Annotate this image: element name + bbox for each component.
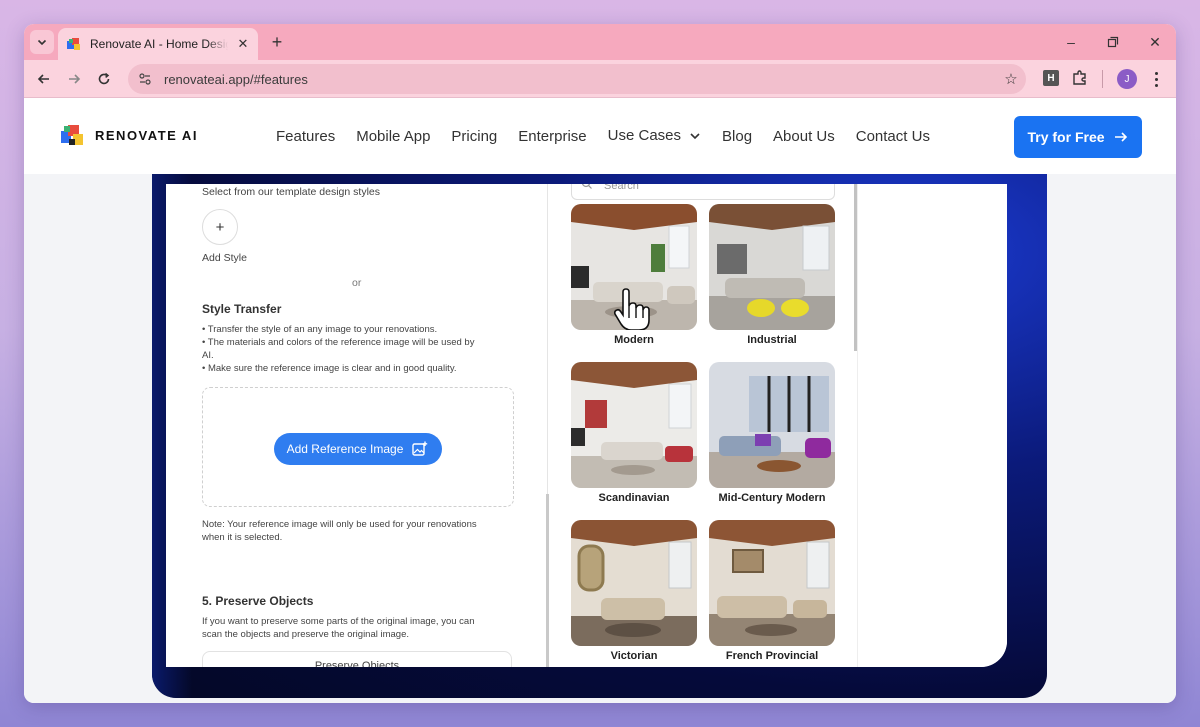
bullet-2-cont: AI.: [202, 350, 214, 361]
hand-cursor-icon: [613, 288, 650, 330]
browser-window: Renovate AI - Home Design ide ✕ + – ✕ re…: [24, 24, 1176, 703]
kebab-menu-icon[interactable]: [1148, 68, 1164, 90]
style-card-victorian[interactable]: Victorian: [571, 520, 697, 662]
left-scrollbar[interactable]: [546, 494, 549, 667]
cta-label: Try for Free: [1027, 129, 1105, 145]
browser-toolbar: renovateai.app/#features ☆ H J: [24, 60, 1176, 98]
page-viewport: RENOVATE AI Features Mobile App Pricing …: [24, 99, 1176, 703]
toolbar-separator: [1102, 70, 1103, 88]
style-thumb-victorian: [571, 520, 697, 646]
favicon-icon: [67, 38, 80, 50]
nav-use-cases-label: Use Cases: [607, 127, 682, 144]
try-for-free-button[interactable]: Try for Free: [1014, 116, 1142, 158]
tab-strip: Renovate AI - Home Design ide ✕ + – ✕: [24, 24, 1176, 60]
forward-icon[interactable]: [62, 67, 86, 91]
style-label-industrial: Industrial: [747, 334, 797, 346]
restore-button[interactable]: [1092, 24, 1134, 60]
site-header: RENOVATE AI Features Mobile App Pricing …: [24, 99, 1176, 174]
style-card-french-provincial[interactable]: French Provincial: [709, 520, 835, 662]
style-card-modern[interactable]: Modern: [571, 204, 697, 346]
back-icon[interactable]: [32, 67, 56, 91]
style-label-victorian: Victorian: [610, 650, 658, 662]
style-card-scandinavian[interactable]: Scandinavian: [571, 362, 697, 504]
style-thumb-french-provincial: [709, 520, 835, 646]
site-logo[interactable]: RENOVATE AI: [59, 121, 198, 149]
add-style-button[interactable]: +: [202, 209, 238, 245]
nav-pricing[interactable]: Pricing: [451, 128, 497, 145]
close-window-button[interactable]: ✕: [1134, 24, 1176, 60]
style-search-input[interactable]: Search: [571, 184, 835, 200]
style-thumb-scandinavian: [571, 362, 697, 488]
note-line-2: when it is selected.: [202, 532, 283, 543]
logo-icon: [61, 125, 83, 145]
main-nav: Features Mobile App Pricing Enterprise U…: [276, 127, 930, 145]
arrow-right-icon: [1114, 132, 1127, 142]
preserve-objects-button[interactable]: Preserve Objects: [202, 651, 512, 667]
style-label-mid-century-modern: Mid-Century Modern: [718, 492, 826, 504]
style-thumb-industrial: [709, 204, 835, 330]
feature-demo-video[interactable]: Select from our template design styles +…: [152, 174, 1047, 698]
tab-close-icon[interactable]: ✕: [236, 36, 250, 52]
gallery-divider: [857, 184, 858, 667]
nav-about-us[interactable]: About Us: [773, 128, 835, 145]
nav-blog[interactable]: Blog: [722, 128, 752, 145]
reference-dropzone[interactable]: Add Reference Image: [202, 387, 514, 507]
extension-h-icon[interactable]: H: [1043, 70, 1059, 86]
nav-contact-us[interactable]: Contact Us: [856, 128, 930, 145]
style-label-scandinavian: Scandinavian: [598, 492, 670, 504]
nav-mobile-app[interactable]: Mobile App: [356, 128, 430, 145]
reload-icon[interactable]: [92, 67, 116, 91]
image-add-icon: [412, 441, 428, 456]
bullet-2: • The materials and colors of the refere…: [202, 337, 475, 348]
bookmark-star-icon[interactable]: ☆: [996, 70, 1026, 88]
preserve-line-2: scan the objects and preserve the origin…: [202, 629, 410, 640]
add-reference-image-button[interactable]: Add Reference Image: [274, 433, 442, 465]
bullet-1: • Transfer the style of an any image to …: [202, 324, 438, 335]
app-screenshot: Select from our template design styles +…: [166, 184, 1007, 667]
tab-title: Renovate AI - Home Design ide: [90, 37, 228, 51]
chevron-down-icon: [690, 133, 700, 139]
nav-enterprise[interactable]: Enterprise: [518, 128, 586, 145]
search-icon: [582, 184, 592, 189]
style-gallery: Search Modern Industrial Scandinavian Mi…: [551, 184, 1007, 667]
style-label-french-provincial: French Provincial: [725, 650, 819, 662]
tab-search-icon[interactable]: [30, 30, 54, 54]
nav-use-cases[interactable]: Use Cases: [608, 127, 701, 145]
style-card-industrial[interactable]: Industrial: [709, 204, 835, 346]
logo-text: RENOVATE AI: [95, 127, 198, 143]
minimize-button[interactable]: –: [1050, 24, 1092, 60]
add-style-label: Add Style: [202, 252, 247, 264]
site-info-icon[interactable]: [134, 68, 156, 90]
note-line-1: Note: Your reference image will only be …: [202, 519, 477, 530]
or-divider: or: [352, 277, 362, 289]
ref-button-label: Add Reference Image: [286, 442, 404, 456]
address-bar[interactable]: renovateai.app/#features ☆: [128, 64, 1026, 94]
nav-features[interactable]: Features: [276, 128, 335, 145]
url-text: renovateai.app/#features: [164, 71, 308, 87]
options-panel: Select from our template design styles +…: [166, 184, 548, 667]
style-thumb-modern: [571, 204, 697, 330]
style-label-modern: Modern: [614, 334, 654, 346]
active-tab[interactable]: Renovate AI - Home Design ide ✕: [58, 28, 258, 60]
extensions-icon[interactable]: [1070, 68, 1090, 88]
preserve-line-1: If you want to preserve some parts of th…: [202, 616, 475, 627]
style-thumb-mid-century-modern: [709, 362, 835, 488]
style-card-mid-century-modern[interactable]: Mid-Century Modern: [709, 362, 835, 504]
profile-avatar[interactable]: J: [1117, 69, 1137, 89]
new-tab-button[interactable]: +: [266, 31, 288, 53]
bullet-3: • Make sure the reference image is clear…: [202, 363, 457, 374]
select-styles-text: Select from our template design styles: [202, 186, 380, 198]
style-transfer-title: Style Transfer: [202, 302, 282, 316]
preserve-objects-title: 5. Preserve Objects: [202, 594, 314, 608]
